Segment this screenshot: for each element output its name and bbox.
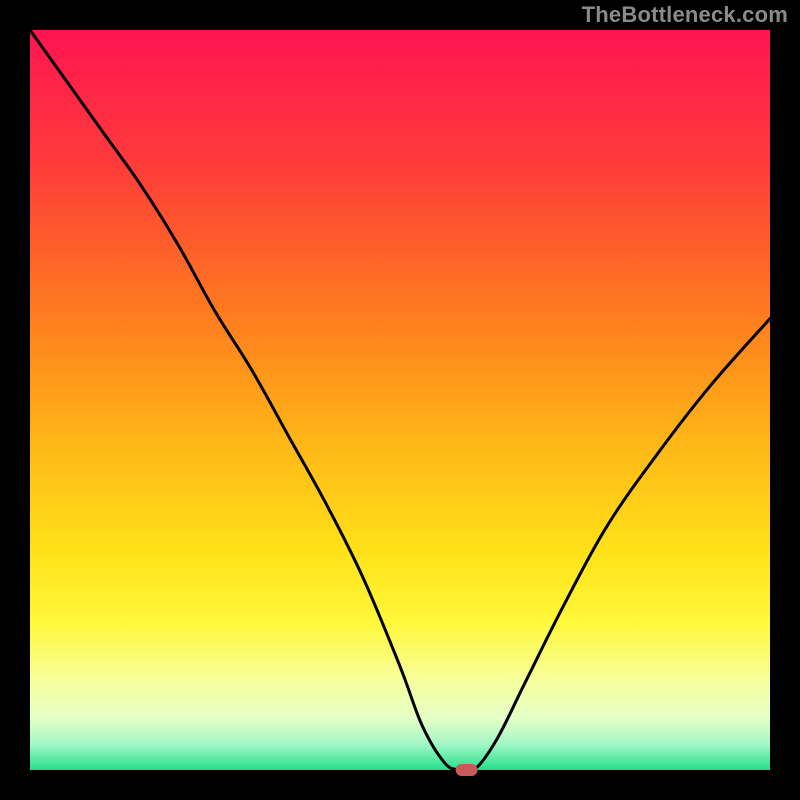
plot-background [30, 30, 770, 770]
watermark-text: TheBottleneck.com [582, 2, 788, 28]
minimum-marker [456, 764, 478, 776]
bottleneck-chart [0, 0, 800, 800]
chart-container: TheBottleneck.com [0, 0, 800, 800]
